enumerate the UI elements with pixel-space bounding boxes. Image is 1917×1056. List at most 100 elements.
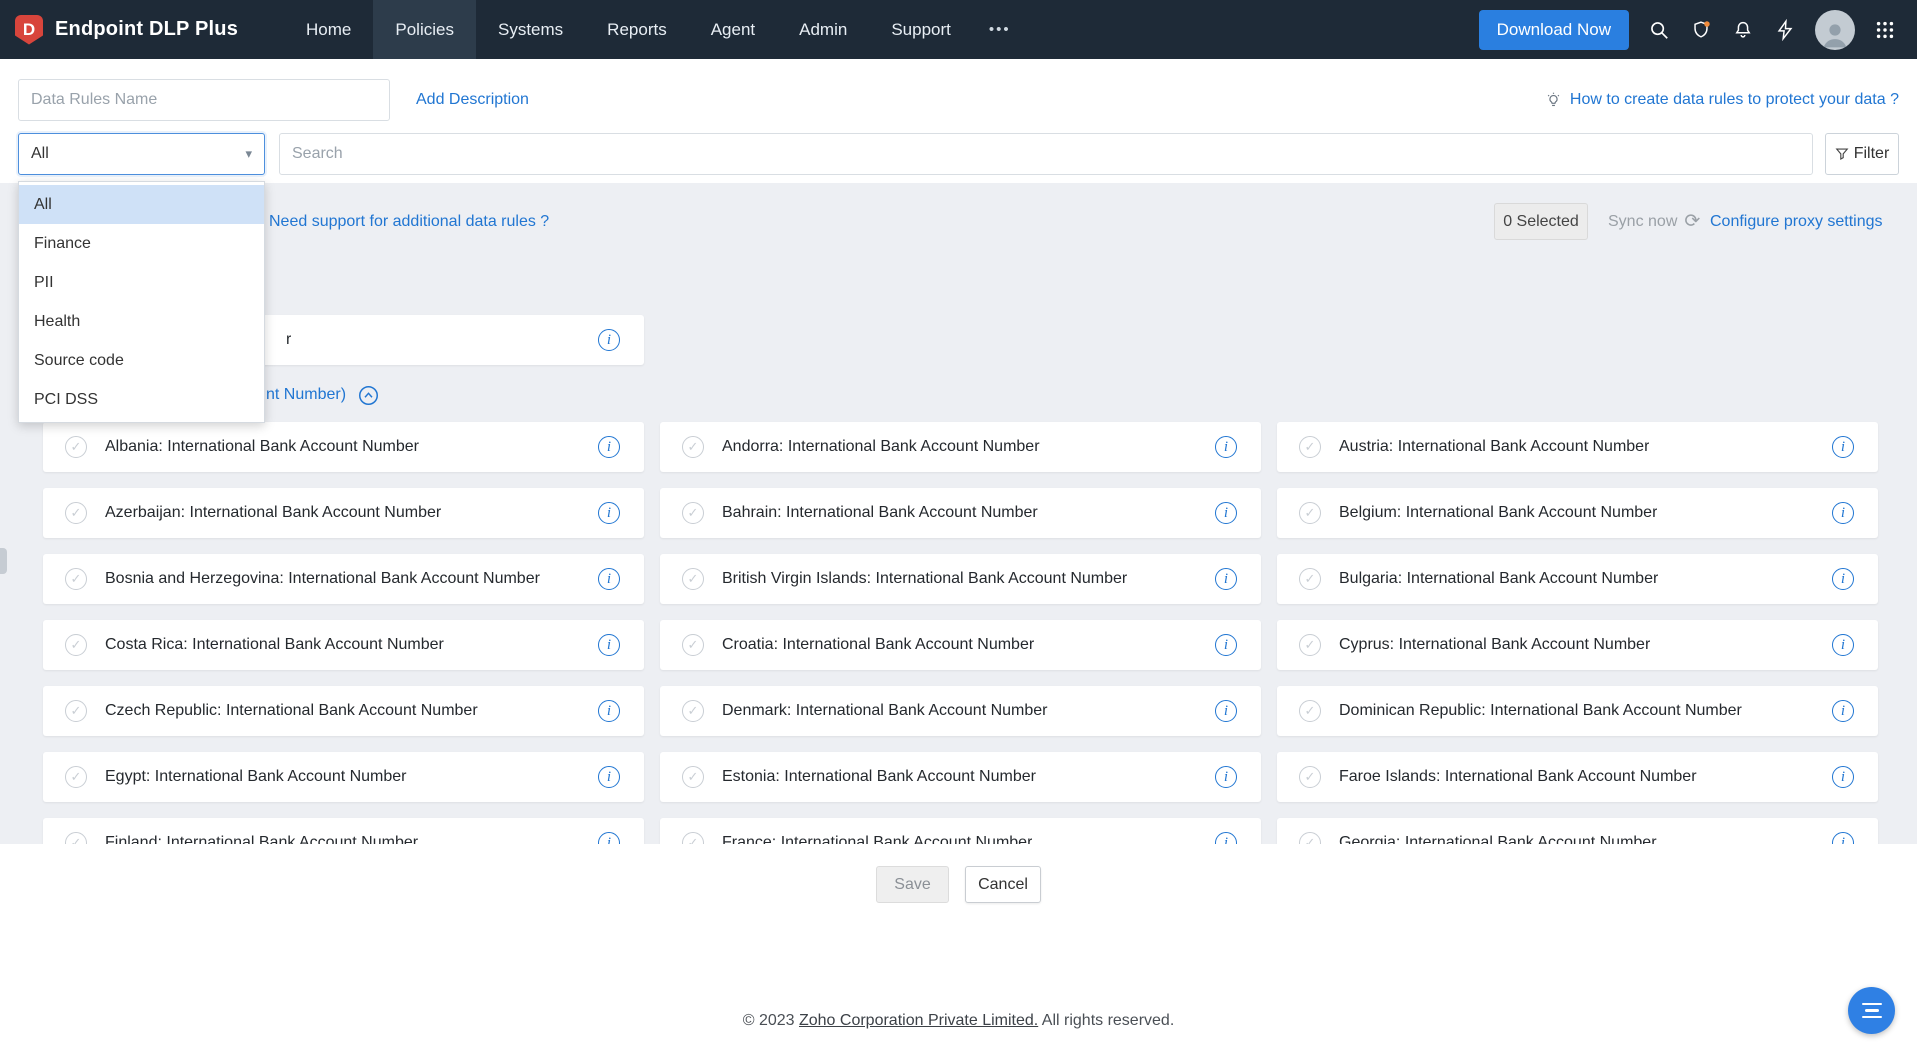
rule-checkbox[interactable]: ✓ <box>682 832 704 844</box>
additional-rules-support-link[interactable]: Need support for additional data rules ? <box>269 203 549 240</box>
data-rule-card[interactable]: ✓ Czech Republic: International Bank Acco… <box>43 686 644 736</box>
sync-now-button[interactable]: Sync now ⟳ <box>1608 203 1700 240</box>
category-dropdown[interactable]: All ▾ <box>18 133 265 175</box>
rule-checkbox[interactable]: ✓ <box>682 634 704 656</box>
rule-checkbox[interactable]: ✓ <box>1299 700 1321 722</box>
data-rule-card[interactable]: ✓ Denmark: International Bank Account Num… <box>660 686 1261 736</box>
shield-updates-icon[interactable] <box>1689 18 1713 42</box>
info-icon[interactable]: i <box>1832 436 1854 458</box>
data-rule-card[interactable]: ✓ Andorra: International Bank Account Num… <box>660 422 1261 472</box>
nav-item-support[interactable]: Support <box>869 0 973 59</box>
rule-checkbox[interactable]: ✓ <box>65 832 87 844</box>
rule-checkbox[interactable]: ✓ <box>65 766 87 788</box>
rule-checkbox[interactable]: ✓ <box>1299 634 1321 656</box>
cancel-button[interactable]: Cancel <box>965 866 1041 903</box>
info-icon[interactable]: i <box>1832 502 1854 524</box>
rule-checkbox[interactable]: ✓ <box>65 634 87 656</box>
data-rule-card[interactable]: ✓ Belgium: International Bank Account Num… <box>1277 488 1878 538</box>
rule-checkbox[interactable]: ✓ <box>1299 502 1321 524</box>
rule-checkbox[interactable]: ✓ <box>65 502 87 524</box>
company-link[interactable]: Zoho Corporation Private Limited. <box>799 1012 1038 1029</box>
assistant-fab-button[interactable] <box>1848 987 1895 1034</box>
nav-item-reports[interactable]: Reports <box>585 0 689 59</box>
info-icon[interactable]: i <box>598 832 620 844</box>
info-icon[interactable]: i <box>1832 832 1854 844</box>
apps-grid-icon[interactable] <box>1873 18 1897 42</box>
nav-item-systems[interactable]: Systems <box>476 0 585 59</box>
data-rule-card[interactable]: ✓ Egypt: International Bank Account Numbe… <box>43 752 644 802</box>
dropdown-option-health[interactable]: Health <box>19 302 264 341</box>
user-avatar[interactable] <box>1815 9 1855 50</box>
data-rule-card[interactable]: ✓ Georgia: International Bank Account Num… <box>1277 818 1878 844</box>
rule-checkbox[interactable]: ✓ <box>1299 832 1321 844</box>
info-icon[interactable]: i <box>1832 700 1854 722</box>
notifications-bell-icon[interactable] <box>1731 18 1755 42</box>
rule-checkbox[interactable]: ✓ <box>682 502 704 524</box>
data-rule-card[interactable]: ✓ France: International Bank Account Numb… <box>660 818 1261 844</box>
info-icon[interactable]: i <box>1215 568 1237 590</box>
rule-checkbox[interactable]: ✓ <box>682 568 704 590</box>
data-rule-card[interactable]: ✓ Austria: International Bank Account Num… <box>1277 422 1878 472</box>
info-icon[interactable]: i <box>598 634 620 656</box>
data-rule-card[interactable]: ✓ Dominican Republic: International Bank … <box>1277 686 1878 736</box>
help-link[interactable]: How to create data rules to protect your… <box>1545 79 1899 121</box>
rule-checkbox[interactable]: ✓ <box>65 568 87 590</box>
download-now-button[interactable]: Download Now <box>1478 9 1629 50</box>
data-rule-card[interactable]: ✓ Costa Rica: International Bank Account … <box>43 620 644 670</box>
rule-checkbox[interactable]: ✓ <box>1299 568 1321 590</box>
rule-checkbox[interactable]: ✓ <box>65 436 87 458</box>
filter-button[interactable]: Filter <box>1825 133 1899 175</box>
rule-checkbox[interactable]: ✓ <box>1299 436 1321 458</box>
info-icon[interactable]: i <box>598 568 620 590</box>
info-icon[interactable]: i <box>1215 502 1237 524</box>
rule-checkbox[interactable]: ✓ <box>65 700 87 722</box>
dropdown-option-pii[interactable]: PII <box>19 263 264 302</box>
info-icon[interactable]: i <box>598 766 620 788</box>
data-rule-card[interactable]: ✓ Bosnia and Herzegovina: International B… <box>43 554 644 604</box>
data-rule-card[interactable]: ✓ Bulgaria: International Bank Account Nu… <box>1277 554 1878 604</box>
info-icon[interactable]: i <box>598 502 620 524</box>
data-rule-card[interactable]: ✓ Finland: International Bank Account Num… <box>43 818 644 844</box>
search-icon[interactable] <box>1647 18 1671 42</box>
rule-checkbox[interactable]: ✓ <box>682 436 704 458</box>
info-icon[interactable]: i <box>1215 634 1237 656</box>
data-rule-card[interactable]: ✓ Cyprus: International Bank Account Numb… <box>1277 620 1878 670</box>
nav-item-home[interactable]: Home <box>284 0 373 59</box>
save-button[interactable]: Save <box>876 866 949 903</box>
left-panel-handle[interactable] <box>0 548 7 574</box>
info-icon[interactable]: i <box>598 700 620 722</box>
add-description-link[interactable]: Add Description <box>416 79 529 121</box>
nav-item-agent[interactable]: Agent <box>689 0 777 59</box>
nav-item-policies[interactable]: Policies <box>373 0 476 59</box>
data-rule-card[interactable]: ✓ Bahrain: International Bank Account Num… <box>660 488 1261 538</box>
rule-checkbox[interactable]: ✓ <box>682 766 704 788</box>
info-icon[interactable]: i <box>1215 436 1237 458</box>
info-icon[interactable]: i <box>598 329 620 351</box>
data-rule-card[interactable]: ✓ British Virgin Islands: International B… <box>660 554 1261 604</box>
data-rule-card[interactable]: ✓ Croatia: International Bank Account Num… <box>660 620 1261 670</box>
rule-group-title-fragment[interactable]: nt Number) <box>266 386 346 404</box>
collapse-chevron-up-icon[interactable] <box>358 385 379 406</box>
dropdown-option-finance[interactable]: Finance <box>19 224 264 263</box>
rule-checkbox[interactable]: ✓ <box>682 700 704 722</box>
dropdown-option-source-code[interactable]: Source code <box>19 341 264 380</box>
info-icon[interactable]: i <box>1832 634 1854 656</box>
data-rule-card[interactable]: ✓ Faroe Islands: International Bank Accou… <box>1277 752 1878 802</box>
info-icon[interactable]: i <box>1215 766 1237 788</box>
info-icon[interactable]: i <box>1832 766 1854 788</box>
data-rule-card[interactable]: ✓ Albania: International Bank Account Num… <box>43 422 644 472</box>
data-rules-name-input[interactable] <box>18 79 390 121</box>
search-input[interactable] <box>279 133 1813 175</box>
info-icon[interactable]: i <box>598 436 620 458</box>
info-icon[interactable]: i <box>1832 568 1854 590</box>
dropdown-option-pci-dss[interactable]: PCI DSS <box>19 380 264 419</box>
rule-checkbox[interactable]: ✓ <box>1299 766 1321 788</box>
data-rule-card[interactable]: ✓ Estonia: International Bank Account Num… <box>660 752 1261 802</box>
nav-item-admin[interactable]: Admin <box>777 0 869 59</box>
configure-proxy-link[interactable]: Configure proxy settings <box>1710 203 1883 240</box>
dropdown-option-all[interactable]: All <box>19 185 264 224</box>
info-icon[interactable]: i <box>1215 700 1237 722</box>
whats-new-bolt-icon[interactable] <box>1773 18 1797 42</box>
nav-more-button[interactable]: ••• <box>973 21 1027 38</box>
info-icon[interactable]: i <box>1215 832 1237 844</box>
